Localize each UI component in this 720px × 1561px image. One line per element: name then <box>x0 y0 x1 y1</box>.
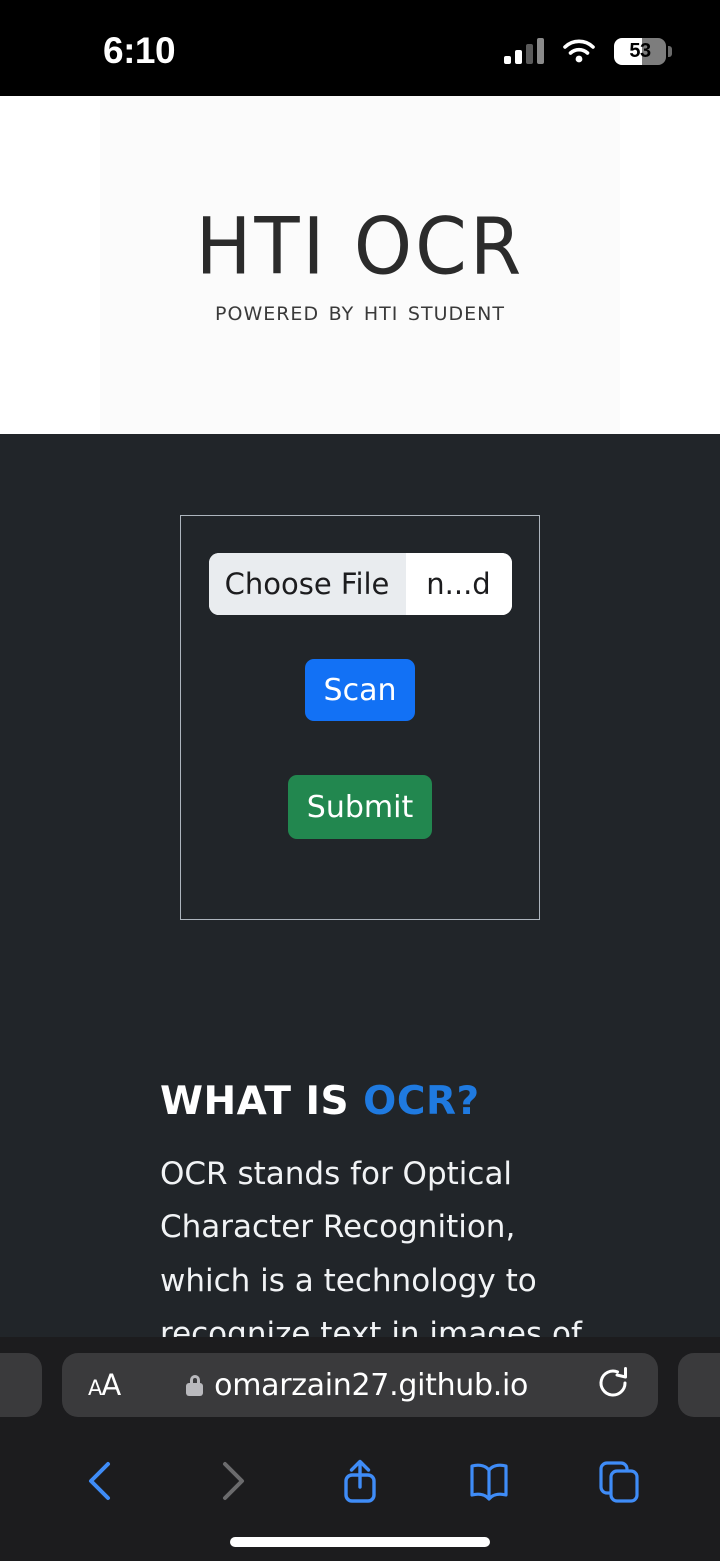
scan-button[interactable]: Scan <box>305 659 415 721</box>
safari-browser-chrome: AA omarzain27.github.io <box>0 1337 720 1561</box>
logo-subtitle: Powered by HTI Student <box>215 295 505 327</box>
page-body: Choose File n...d Scan Submit WHAT IS OC… <box>0 434 720 1337</box>
battery-indicator: 53 <box>614 37 672 65</box>
url-row: AA omarzain27.github.io <box>0 1337 720 1433</box>
browser-toolbar <box>0 1433 720 1529</box>
status-indicators: 53 <box>504 37 672 65</box>
share-icon[interactable] <box>333 1454 387 1508</box>
battery-percent-label: 53 <box>629 39 651 62</box>
address-bar[interactable]: AA omarzain27.github.io <box>62 1353 658 1417</box>
tabs-icon[interactable] <box>591 1454 645 1508</box>
about-paragraph: OCR stands for Optical Character Recogni… <box>160 1156 582 1337</box>
back-button[interactable] <box>75 1454 129 1508</box>
lock-icon <box>186 1374 204 1396</box>
selected-file-name: n...d <box>405 553 512 615</box>
choose-file-button[interactable]: Choose File <box>208 553 406 615</box>
phone-screen: 6:10 53 HTI OCR powered by hti student C… <box>0 0 720 1561</box>
text-size-button[interactable]: AA <box>88 1368 121 1402</box>
cellular-signal-icon <box>504 38 544 64</box>
status-bar: 6:10 53 <box>0 0 720 96</box>
about-heading-prefix: WHAT IS <box>160 1079 364 1124</box>
book-icon[interactable] <box>462 1454 516 1508</box>
upload-card: Choose File n...d Scan Submit <box>180 515 540 920</box>
url-display[interactable]: omarzain27.github.io <box>120 1368 594 1403</box>
home-indicator <box>230 1537 490 1547</box>
next-tab-peek[interactable] <box>678 1353 720 1417</box>
battery-tip <box>668 45 672 57</box>
reload-button[interactable] <box>594 1364 632 1407</box>
logo-image: HTI OCR Powered by HTI Student <box>100 96 620 434</box>
logo-title: HTI OCR <box>195 200 525 293</box>
url-text: omarzain27.github.io <box>214 1367 529 1403</box>
previous-tab-peek[interactable] <box>0 1353 42 1417</box>
text-size-small-a: A <box>88 1376 102 1400</box>
site-header: HTI OCR Powered by HTI Student <box>0 96 720 434</box>
submit-button[interactable]: Submit <box>288 775 432 839</box>
about-section: WHAT IS OCR? OCR stands for Optical Char… <box>160 1079 590 1337</box>
about-heading: WHAT IS OCR? <box>160 1079 590 1124</box>
file-input[interactable]: Choose File n...d <box>208 553 512 615</box>
status-time: 6:10 <box>103 30 176 71</box>
about-heading-accent: OCR? <box>363 1079 480 1124</box>
wifi-icon <box>562 38 596 64</box>
battery-icon: 53 <box>614 37 666 65</box>
text-size-big-a: A <box>101 1368 121 1402</box>
forward-button <box>204 1454 258 1508</box>
